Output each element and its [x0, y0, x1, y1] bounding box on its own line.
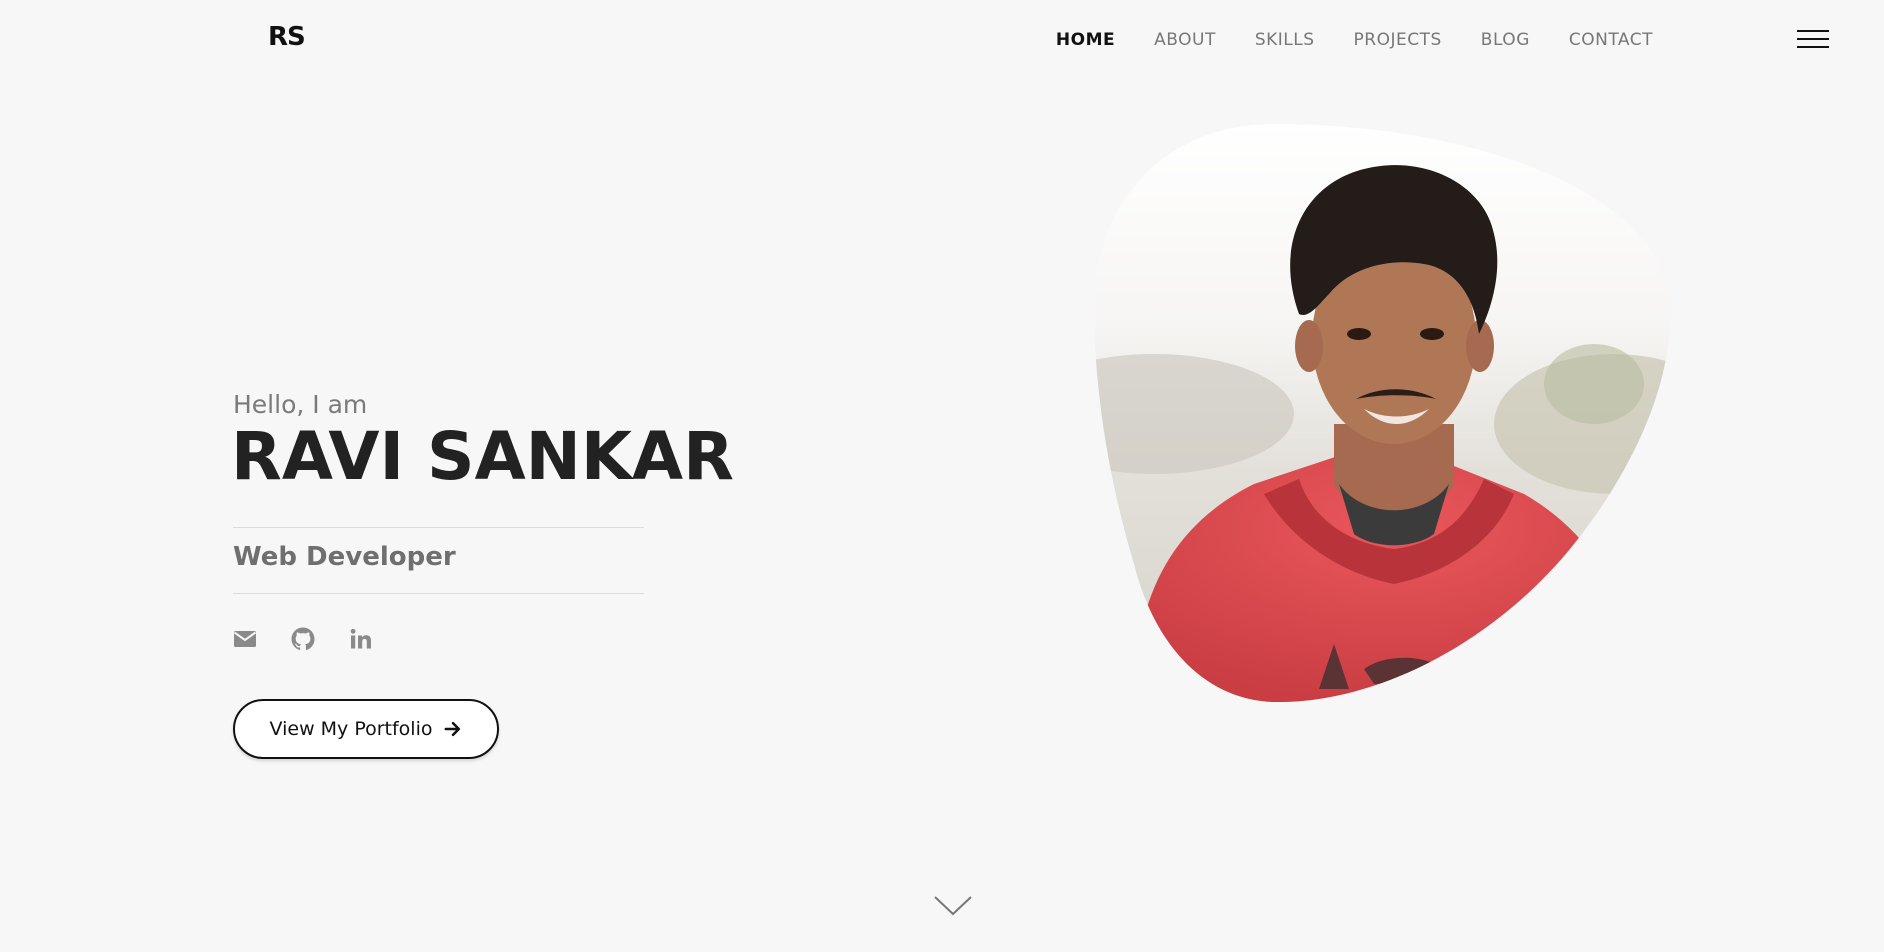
hamburger-line [1797, 38, 1829, 40]
chevron-down-icon[interactable] [933, 894, 973, 918]
nav-blog[interactable]: BLOG [1481, 30, 1530, 50]
main-nav: HOME ABOUT SKILLS PROJECTS BLOG CONTACT [1017, 30, 1653, 50]
nav-contact[interactable]: CONTACT [1569, 30, 1653, 50]
hamburger-line [1797, 46, 1829, 48]
site-logo[interactable]: RS [268, 22, 306, 52]
page: RS HOME ABOUT SKILLS PROJECTS BLOG CONTA… [0, 0, 1884, 952]
hero-greeting: Hello, I am [233, 390, 368, 419]
github-icon[interactable] [291, 627, 315, 651]
hamburger-icon[interactable] [1797, 30, 1829, 50]
divider [233, 527, 644, 528]
view-portfolio-label: View My Portfolio [269, 718, 433, 740]
envelope-icon[interactable] [233, 627, 257, 651]
nav-skills[interactable]: SKILLS [1255, 30, 1315, 50]
view-portfolio-button[interactable]: View My Portfolio [233, 699, 499, 759]
hero-name: RAVI SANKAR [231, 418, 734, 495]
divider [233, 593, 644, 594]
hero-role: Web Developer [233, 542, 456, 572]
arrow-right-icon [445, 721, 461, 737]
hamburger-line [1797, 30, 1829, 32]
nav-home[interactable]: HOME [1056, 30, 1115, 50]
nav-projects[interactable]: PROJECTS [1354, 30, 1442, 50]
nav-about[interactable]: ABOUT [1154, 30, 1216, 50]
profile-photo [1094, 124, 1670, 702]
linkedin-icon[interactable] [349, 627, 373, 651]
social-links [233, 627, 373, 651]
